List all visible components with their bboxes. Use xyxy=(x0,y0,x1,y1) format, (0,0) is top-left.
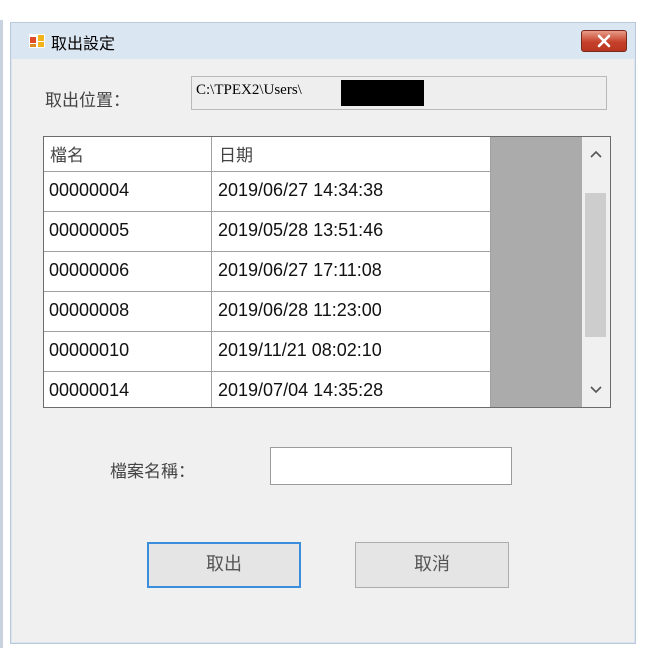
table-row[interactable]: 00000008 2019/06/28 11:23:00 xyxy=(44,292,491,332)
cell-filename: 00000004 xyxy=(44,172,212,211)
file-list-grid[interactable]: 檔名 日期 00000004 2019/06/27 14:34:38 00000… xyxy=(43,136,611,408)
cell-date: 2019/06/27 17:11:08 xyxy=(213,252,491,291)
dialog-window: 取出設定 取出位置： C:\TPEX2\Users\ 檔名 日期 0000000… xyxy=(10,22,636,644)
vertical-scrollbar[interactable] xyxy=(582,137,610,407)
filename-label: 檔案名稱： xyxy=(110,462,195,482)
location-value: C:\TPEX2\Users\ xyxy=(196,82,302,98)
app-window-icon xyxy=(29,34,45,48)
table-row[interactable]: 00000014 2019/07/04 14:35:28 xyxy=(44,372,491,407)
column-header-name[interactable]: 檔名 xyxy=(44,137,212,171)
background-window-edge xyxy=(0,20,3,648)
cell-date: 2019/06/27 14:34:38 xyxy=(213,172,491,211)
cell-filename: 00000010 xyxy=(44,332,212,371)
window-title: 取出設定 xyxy=(51,34,116,53)
close-icon xyxy=(597,34,611,48)
grid-body: 00000004 2019/06/27 14:34:38 00000005 20… xyxy=(44,172,491,407)
grid-header: 檔名 日期 xyxy=(44,137,491,172)
cell-date: 2019/07/04 14:35:28 xyxy=(213,372,491,407)
table-row[interactable]: 00000010 2019/11/21 08:02:10 xyxy=(44,332,491,372)
location-label: 取出位置： xyxy=(45,91,130,111)
chevron-down-icon xyxy=(590,386,602,394)
cell-filename: 00000005 xyxy=(44,212,212,251)
table-row[interactable]: 00000005 2019/05/28 13:51:46 xyxy=(44,212,491,252)
scroll-up-button[interactable] xyxy=(582,137,610,171)
column-header-date[interactable]: 日期 xyxy=(213,137,491,171)
scroll-thumb[interactable] xyxy=(585,193,606,337)
cell-date: 2019/05/28 13:51:46 xyxy=(213,212,491,251)
filename-input[interactable] xyxy=(270,447,512,485)
close-button[interactable] xyxy=(581,30,627,52)
cell-filename: 00000006 xyxy=(44,252,212,291)
scroll-down-button[interactable] xyxy=(582,373,610,407)
title-bar[interactable]: 取出設定 xyxy=(11,23,635,59)
chevron-up-icon xyxy=(590,150,602,158)
cell-filename: 00000008 xyxy=(44,292,212,331)
cancel-button[interactable]: 取消 xyxy=(355,542,509,588)
location-field: C:\TPEX2\Users\ xyxy=(191,76,607,110)
cell-date: 2019/06/28 11:23:00 xyxy=(213,292,491,331)
cell-filename: 00000014 xyxy=(44,372,212,407)
cell-date: 2019/11/21 08:02:10 xyxy=(213,332,491,371)
table-row[interactable]: 00000006 2019/06/27 17:11:08 xyxy=(44,252,491,292)
redaction-box xyxy=(341,80,424,106)
table-row[interactable]: 00000004 2019/06/27 14:34:38 xyxy=(44,172,491,212)
retrieve-button[interactable]: 取出 xyxy=(147,542,301,588)
